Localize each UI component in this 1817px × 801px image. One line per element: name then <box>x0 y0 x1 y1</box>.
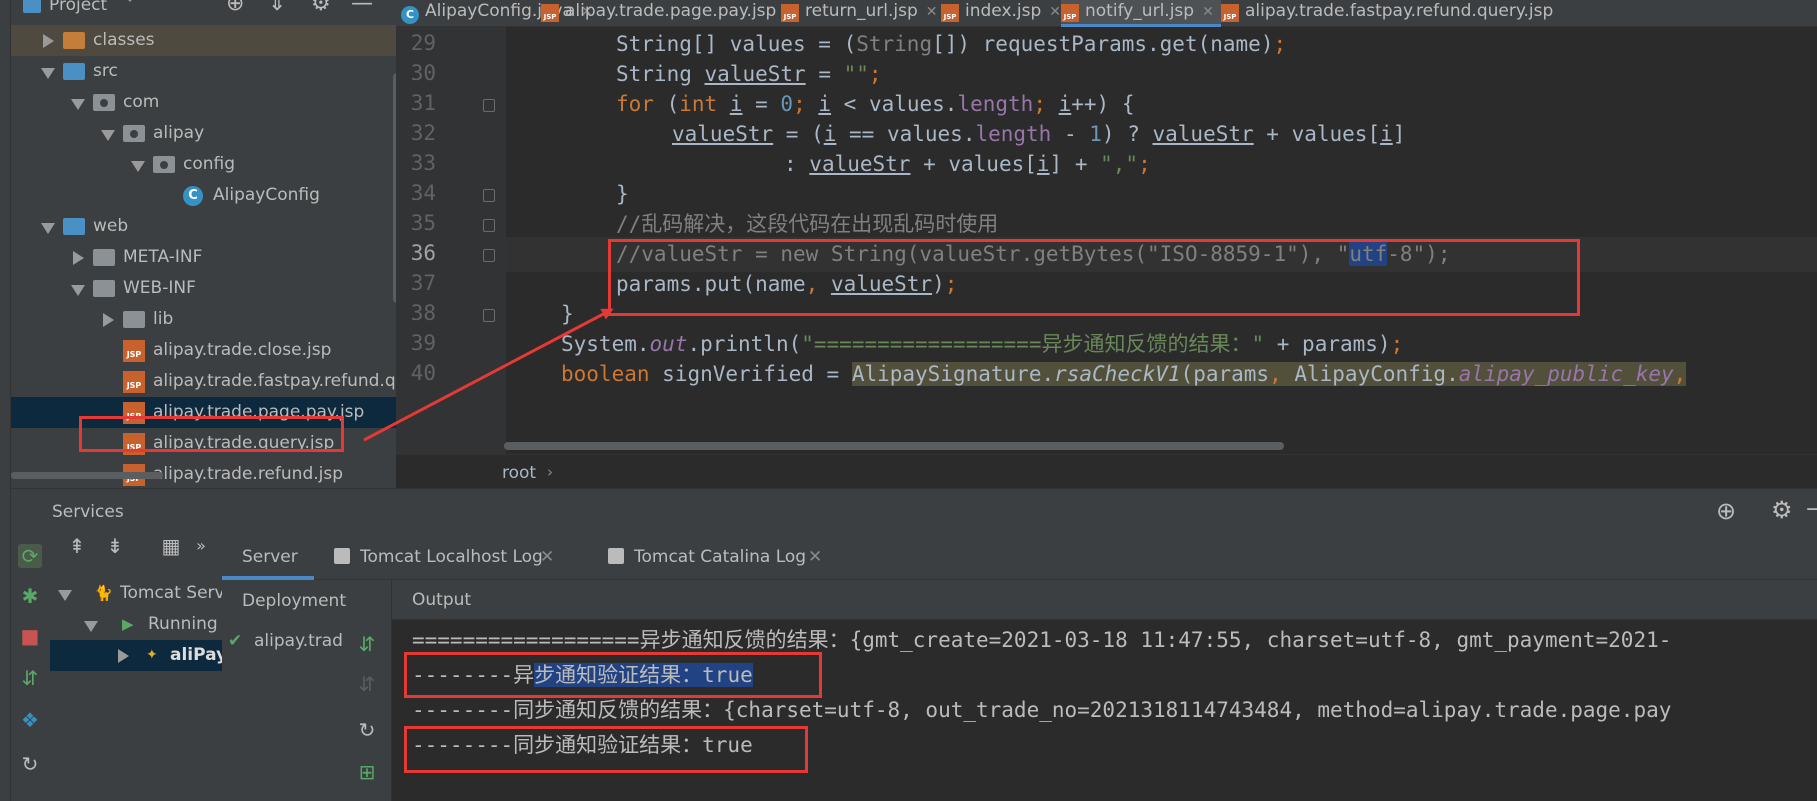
annotation-arrow-line <box>363 308 614 442</box>
annotation-arrow <box>363 308 614 442</box>
